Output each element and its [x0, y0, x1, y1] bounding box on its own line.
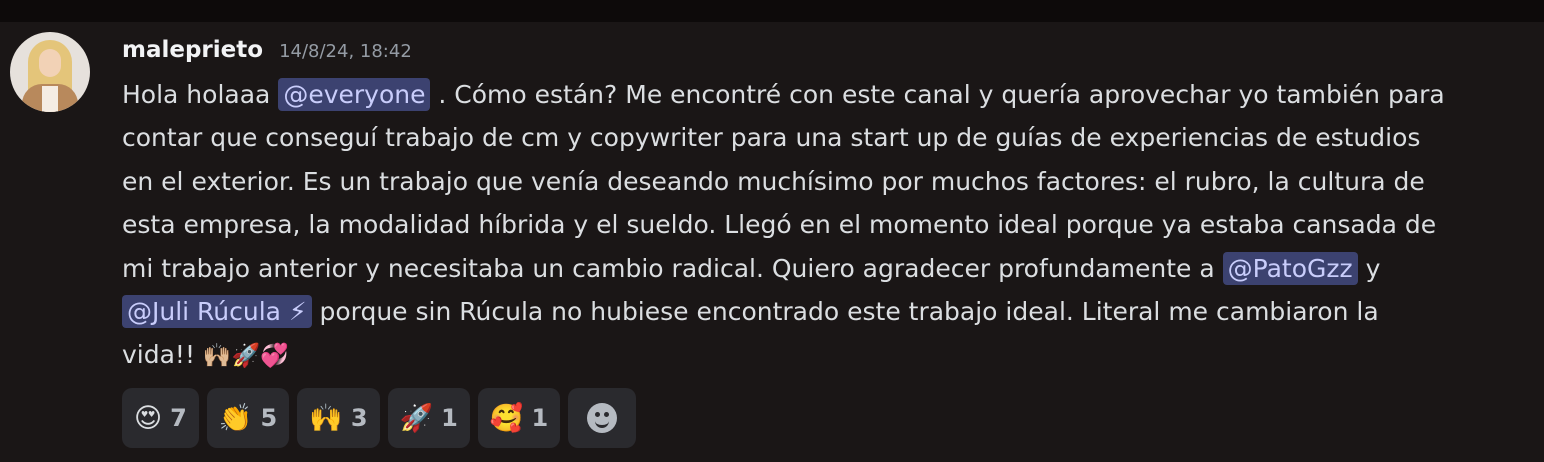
message-text: porque sin Rúcula no hubiese encontrado … — [311, 296, 1379, 326]
message-text: vida!! — [122, 340, 203, 370]
message-line: vida!! 🙌🏼🚀💞 — [122, 333, 1534, 376]
message-text: mi trabajo anterior y necesitaba un camb… — [122, 253, 1223, 283]
heart-eyes-emoji-icon: 😍 — [134, 402, 163, 434]
reactions-bar: 😍 7 👏 5 🙌 3 🚀 1 🥰 1 — [122, 388, 637, 448]
message-text: . Cómo están? Me encontré con este canal… — [430, 80, 1445, 109]
reaction-count: 1 — [531, 404, 549, 432]
message-line: @Juli Rúcula ⚡ porque sin Rúcula no hubi… — [122, 290, 1534, 333]
smiley-icon — [587, 403, 618, 433]
reaction-smiling-hearts[interactable]: 🥰 1 — [477, 388, 561, 448]
message-line: mi trabajo anterior y necesitaba un camb… — [122, 247, 1534, 290]
username[interactable]: maleprieto — [122, 37, 263, 63]
message-line: en el exterior. Es un trabajo que venía … — [122, 160, 1534, 203]
reaction-raised-hands[interactable]: 🙌 3 — [297, 388, 380, 448]
channel-top-strip — [0, 0, 1544, 22]
reaction-count: 3 — [350, 404, 368, 432]
clap-emoji-icon: 👏 — [218, 403, 253, 434]
message-line: Hola holaaa @everyone . Cómo están? Me e… — [122, 73, 1534, 116]
message-text: esta empresa, la modalidad híbrida y el … — [122, 210, 1437, 240]
mention-juli-rucula[interactable]: @Juli Rúcula ⚡ — [122, 294, 312, 328]
reaction-count: 5 — [260, 404, 278, 432]
inline-emoji: 🙌🏼🚀💞 — [202, 343, 289, 370]
message-line: esta empresa, la modalidad híbrida y el … — [122, 203, 1534, 246]
mention-everyone[interactable]: @everyone — [278, 78, 431, 111]
reaction-clap[interactable]: 👏 5 — [206, 388, 290, 448]
reaction-count: 7 — [170, 404, 187, 432]
mention-patogzz[interactable]: @PatoGzz — [1222, 251, 1358, 285]
raised-hands-emoji-icon: 🙌 — [309, 403, 343, 434]
message-text: en el exterior. Es un trabajo que venía … — [122, 166, 1425, 196]
message-text: contar que conseguí trabajo de cm y copy… — [122, 123, 1421, 153]
rocket-emoji-icon: 🚀 — [399, 403, 434, 434]
reaction-count: 1 — [441, 404, 458, 432]
message-line: contar que conseguí trabajo de cm y copy… — [122, 116, 1534, 159]
avatar[interactable] — [10, 32, 90, 112]
message-content: Hola holaaa @everyone . Cómo están? Me e… — [122, 73, 1534, 377]
reaction-heart-eyes[interactable]: 😍 7 — [122, 388, 199, 448]
timestamp[interactable]: 14/8/24, 18:42 — [279, 41, 412, 62]
message-header: maleprieto 14/8/24, 18:42 — [122, 37, 412, 67]
reaction-rocket[interactable]: 🚀 1 — [387, 388, 470, 448]
message-text: Hola holaaa — [122, 80, 279, 109]
message-text: y — [1357, 253, 1381, 283]
smiling-hearts-emoji-icon: 🥰 — [489, 403, 524, 434]
chat-message: maleprieto 14/8/24, 18:42 Hola holaaa @e… — [0, 22, 1544, 462]
add-reaction-button[interactable] — [568, 388, 637, 448]
